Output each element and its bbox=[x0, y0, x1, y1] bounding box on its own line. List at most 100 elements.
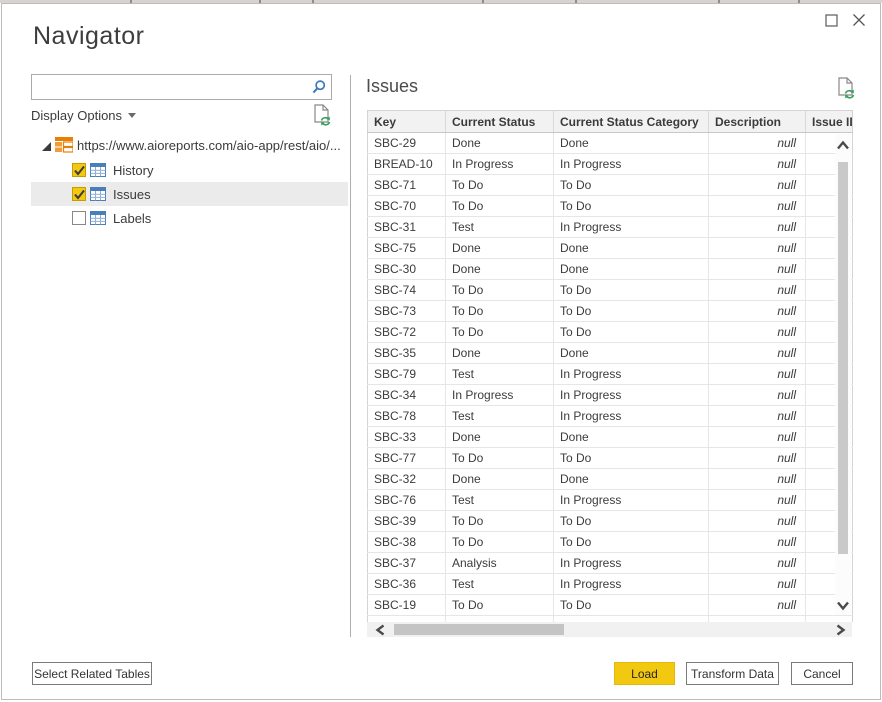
sidebar-item-history[interactable]: History bbox=[2, 158, 348, 182]
table-row[interactable]: SBC-31TestIn Progressnull bbox=[368, 217, 853, 238]
vertical-scrollbar-thumb[interactable] bbox=[838, 162, 848, 554]
table-cell: null bbox=[709, 175, 806, 196]
scroll-up-icon[interactable] bbox=[836, 140, 850, 151]
column-header[interactable]: Key bbox=[368, 111, 446, 133]
table-row[interactable]: SBC-35DoneDonenull bbox=[368, 343, 853, 364]
table-cell: SBC-78 bbox=[368, 406, 446, 427]
table-cell: Analysis bbox=[446, 553, 554, 574]
table-row[interactable]: SBC-75DoneDonenull bbox=[368, 238, 853, 259]
table-cell: In Progress bbox=[446, 154, 554, 175]
table-row[interactable]: SBC-38To DoTo Donull bbox=[368, 532, 853, 553]
table-cell: To Do bbox=[446, 322, 554, 343]
maximize-button[interactable] bbox=[822, 11, 840, 29]
table-cell: To Do bbox=[446, 280, 554, 301]
table-row[interactable]: SBC-72To DoTo Donull bbox=[368, 322, 853, 343]
table-cell: Test bbox=[446, 406, 554, 427]
table-cell: null bbox=[709, 511, 806, 532]
table-cell: null bbox=[709, 490, 806, 511]
table-cell: SBC-79 bbox=[368, 364, 446, 385]
refresh-icon[interactable] bbox=[837, 77, 855, 105]
table-cell: SBC-33 bbox=[368, 427, 446, 448]
labels-checkbox[interactable] bbox=[72, 211, 86, 225]
table-cell: Done bbox=[554, 427, 709, 448]
search-input[interactable] bbox=[31, 74, 332, 100]
table-row[interactable]: SBC-76TestIn Progressnull bbox=[368, 490, 853, 511]
table-row[interactable]: SBC-29DoneDonenull bbox=[368, 133, 853, 154]
refresh-icon[interactable] bbox=[313, 104, 331, 132]
table-cell: SBC-37 bbox=[368, 553, 446, 574]
vertical-scrollbar[interactable] bbox=[835, 134, 851, 615]
table-cell: Done bbox=[446, 238, 554, 259]
table-cell: null bbox=[709, 595, 806, 616]
history-checkbox[interactable] bbox=[72, 163, 86, 177]
select-related-tables-button[interactable]: Select Related Tables bbox=[32, 662, 152, 685]
preview-title: Issues bbox=[366, 76, 418, 97]
scroll-right-icon[interactable] bbox=[835, 624, 846, 636]
table-cell: To Do bbox=[446, 595, 554, 616]
horizontal-scrollbar-thumb[interactable] bbox=[394, 624, 564, 635]
search-box bbox=[31, 74, 332, 100]
source-url-label: https://www.aioreports.com/aio-app/rest/… bbox=[77, 138, 341, 153]
table-cell: To Do bbox=[554, 175, 709, 196]
table-row[interactable]: SBC-34In ProgressIn Progressnull bbox=[368, 385, 853, 406]
sidebar-item-labels[interactable]: Labels bbox=[2, 206, 348, 230]
column-header[interactable]: Current Status Category bbox=[554, 111, 709, 133]
scroll-down-icon[interactable] bbox=[836, 600, 850, 611]
table-cell: To Do bbox=[446, 196, 554, 217]
table-row[interactable]: SBC-33DoneDonenull bbox=[368, 427, 853, 448]
load-button[interactable]: Load bbox=[614, 662, 675, 685]
cancel-button[interactable]: Cancel bbox=[791, 662, 853, 685]
navigator-dialog: Navigator Display Options bbox=[1, 3, 881, 700]
horizontal-scrollbar[interactable] bbox=[367, 622, 852, 637]
web-source-icon bbox=[55, 137, 73, 153]
table-row[interactable]: SBC-30DoneDonenull bbox=[368, 259, 853, 280]
table-cell: To Do bbox=[446, 301, 554, 322]
close-button[interactable] bbox=[850, 11, 868, 29]
table-row[interactable]: SBC-70To DoTo Donull bbox=[368, 196, 853, 217]
table-cell: SBC-19 bbox=[368, 595, 446, 616]
sidebar-item-label: Issues bbox=[113, 187, 151, 202]
table-row[interactable]: SBC-19To DoTo Donull bbox=[368, 595, 853, 616]
table-row[interactable]: SBC-36TestIn Progressnull bbox=[368, 574, 853, 595]
table-row[interactable]: SBC-39To DoTo Donull bbox=[368, 511, 853, 532]
table-cell: SBC-71 bbox=[368, 175, 446, 196]
transform-data-button[interactable]: Transform Data bbox=[686, 662, 779, 685]
table-icon bbox=[90, 211, 106, 225]
preview-table: KeyCurrent StatusCurrent Status Category… bbox=[367, 110, 853, 622]
table-cell: null bbox=[709, 469, 806, 490]
display-options-dropdown[interactable]: Display Options bbox=[31, 108, 136, 123]
column-header[interactable]: Issue ID bbox=[806, 111, 853, 133]
table-row[interactable]: SBC-71To DoTo Donull bbox=[368, 175, 853, 196]
table-cell: To Do bbox=[554, 448, 709, 469]
table-row[interactable]: SBC-77To DoTo Donull bbox=[368, 448, 853, 469]
issues-checkbox[interactable] bbox=[72, 187, 86, 201]
check-icon bbox=[73, 189, 86, 201]
column-header[interactable]: Current Status bbox=[446, 111, 554, 133]
table-row[interactable]: SBC-37AnalysisIn Progressnull bbox=[368, 553, 853, 574]
table-cell: Test bbox=[446, 364, 554, 385]
table-cell: Done bbox=[554, 133, 709, 154]
table-cell: SBC-77 bbox=[368, 448, 446, 469]
table-cell: SBC-70 bbox=[368, 196, 446, 217]
table-cell: Done bbox=[554, 343, 709, 364]
table-cell: null bbox=[709, 280, 806, 301]
table-row[interactable]: SBC-74To DoTo Donull bbox=[368, 280, 853, 301]
table-row[interactable]: SBC-32DoneDonenull bbox=[368, 469, 853, 490]
search-icon bbox=[311, 79, 327, 95]
table-row[interactable]: SBC-79TestIn Progressnull bbox=[368, 364, 853, 385]
tree-node-source-url[interactable]: https://www.aioreports.com/aio-app/rest/… bbox=[2, 134, 348, 158]
table-cell: To Do bbox=[446, 448, 554, 469]
table-cell: To Do bbox=[446, 532, 554, 553]
table-cell: SBC-36 bbox=[368, 574, 446, 595]
table-row[interactable]: SBC-78TestIn Progressnull bbox=[368, 406, 853, 427]
table-row[interactable]: BREAD-10In ProgressIn Progressnull bbox=[368, 154, 853, 175]
table-row[interactable]: SBC-73To DoTo Donull bbox=[368, 301, 853, 322]
table-cell: null bbox=[709, 133, 806, 154]
sidebar-item-issues[interactable]: Issues bbox=[31, 182, 348, 206]
table-cell: In Progress bbox=[554, 553, 709, 574]
expand-collapse-icon[interactable] bbox=[42, 142, 51, 151]
table-cell: SBC-31 bbox=[368, 217, 446, 238]
table-cell: SBC-73 bbox=[368, 301, 446, 322]
scroll-left-icon[interactable] bbox=[375, 624, 386, 636]
column-header[interactable]: Description bbox=[709, 111, 806, 133]
